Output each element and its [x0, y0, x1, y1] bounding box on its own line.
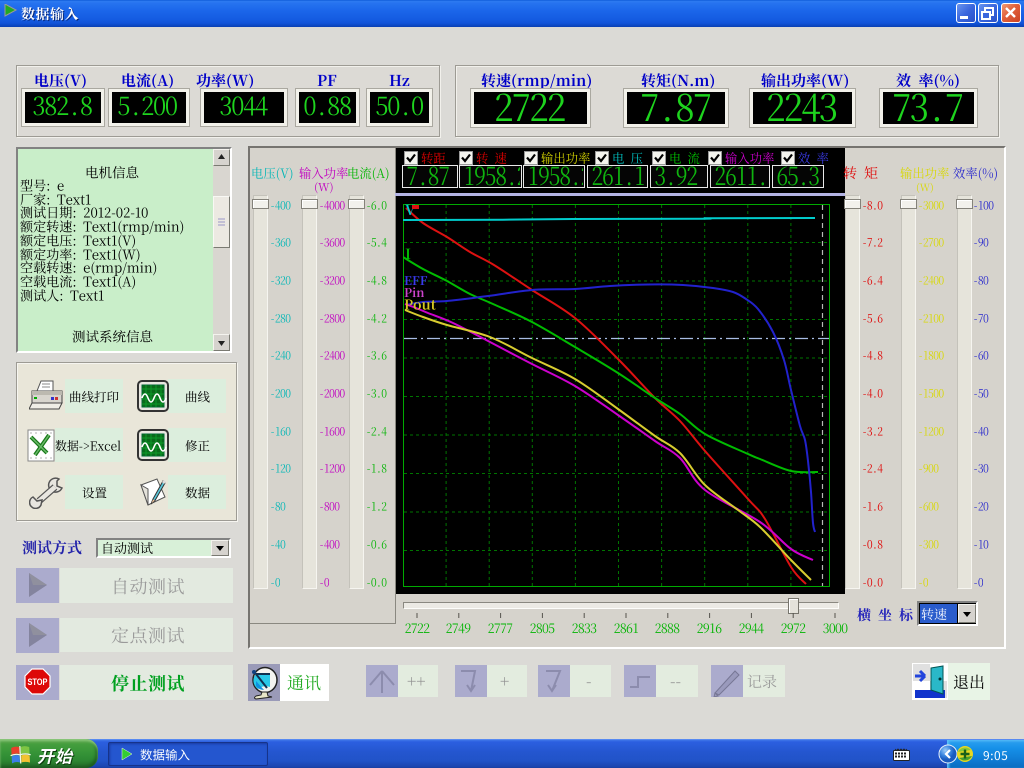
svg-text:STOP: STOP — [28, 677, 49, 688]
